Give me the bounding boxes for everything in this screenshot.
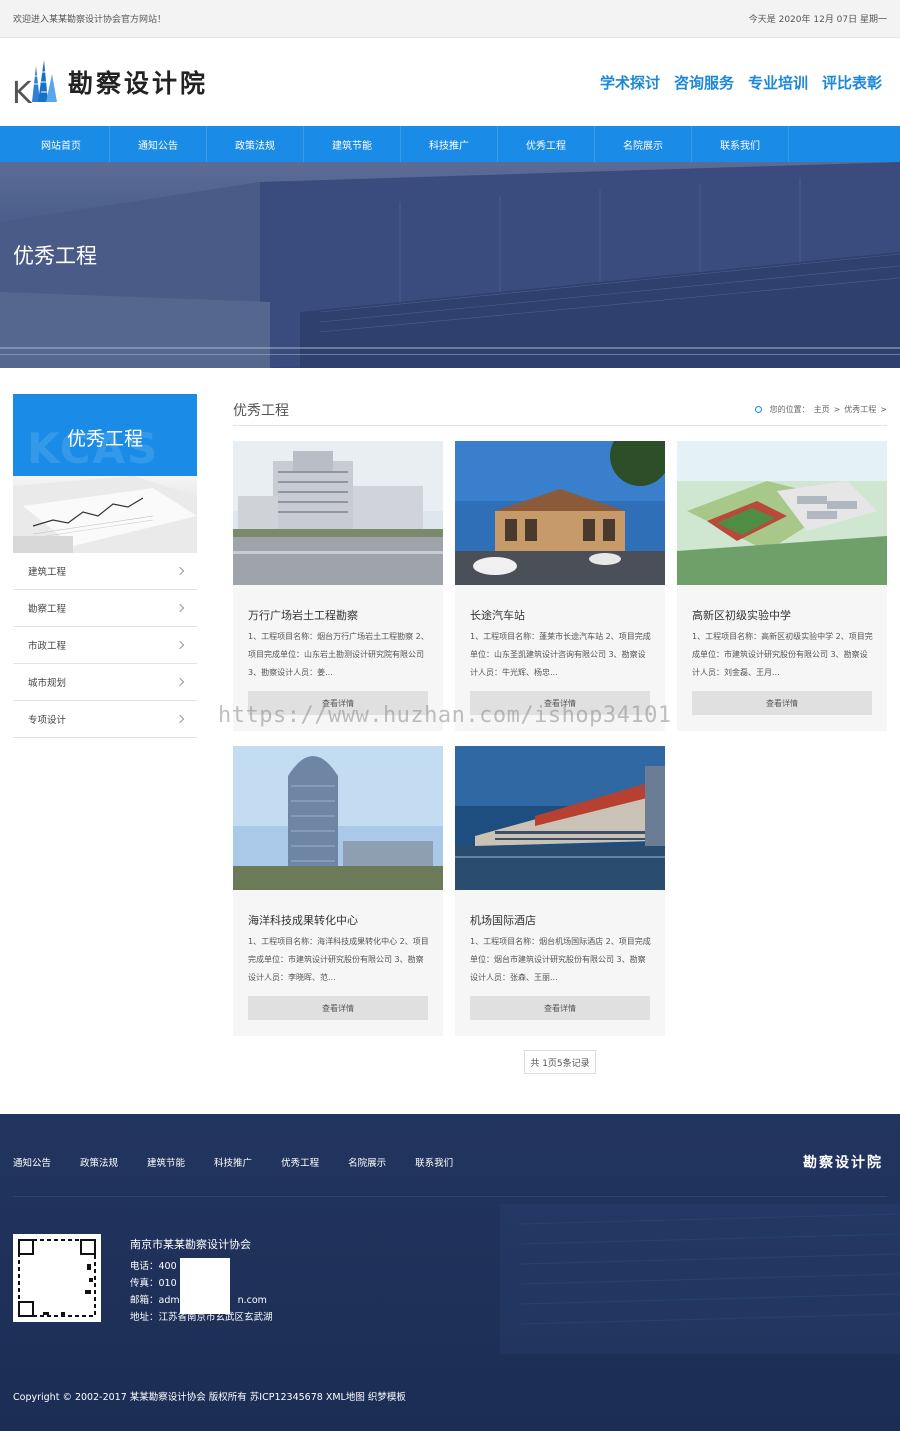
project-name[interactable]: 高新区初级实验中学 <box>692 607 791 623</box>
footer: 通知公告 政策法规 建筑节能 科技推广 优秀工程 名院展示 联系我们 勘察设计院… <box>0 1114 900 1431</box>
copyright-text: Copyright © 2002-2017 某某勘察设计协会 版权所有 苏ICP… <box>13 1392 406 1403</box>
chevron-right-icon <box>175 640 185 650</box>
email-end: n.com <box>237 1295 267 1306</box>
main-nav: 网站首页 通知公告 政策法规 建筑节能 科技推广 优秀工程 名院展示 联系我们 <box>0 126 900 162</box>
footer-nav-contact[interactable]: 联系我们 <box>415 1155 453 1169</box>
project-card[interactable]: 机场国际酒店 1、工程项目名称：烟台机场国际酒店 2、项目完成单位：烟台市建筑设… <box>455 746 665 1036</box>
nav-item-contact[interactable]: 联系我们 <box>692 126 789 162</box>
header-links: 学术探讨 咨询服务 专业培训 评比表彰 <box>600 72 882 93</box>
project-image[interactable] <box>233 441 443 585</box>
project-card[interactable]: 海洋科技成果转化中心 1、工程项目名称：海洋科技成果转化中心 2、项目完成单位：… <box>233 746 443 1036</box>
footer-nav-policies[interactable]: 政策法规 <box>80 1155 118 1169</box>
footer-divider <box>13 1196 887 1197</box>
topbar: 欢迎进入某某勘察设计协会官方网站！ 今天是 2020年 12月 07日 星期一 <box>0 0 900 38</box>
watermark-text: https://www.huzhan.com/ishop34101 <box>218 703 672 728</box>
sidebar-header: KCAS 优秀工程 <box>13 394 197 476</box>
site-logo[interactable]: K 勘察设计院 <box>12 56 209 111</box>
breadcrumb: 您的位置： 主页 > 优秀工程 > <box>754 404 887 415</box>
header-link-awards[interactable]: 评比表彰 <box>822 72 882 93</box>
footer-nav-tech[interactable]: 科技推广 <box>214 1155 252 1169</box>
nav-item-tech[interactable]: 科技推广 <box>401 126 498 162</box>
chevron-right-icon <box>175 603 185 613</box>
sidebar-item-building[interactable]: 建筑工程 <box>13 553 197 590</box>
nav-item-home[interactable]: 网站首页 <box>13 126 110 162</box>
banner-building-image <box>0 162 900 368</box>
sidebar-item-label: 城市规划 <box>28 678 67 689</box>
breadcrumb-separator: > <box>880 405 887 414</box>
breadcrumb-home[interactable]: 主页 <box>814 404 830 415</box>
breadcrumb-current[interactable]: 优秀工程 <box>844 404 876 415</box>
header: K 勘察设计院 学术探讨 咨询服务 专业培训 评比表彰 <box>0 38 900 126</box>
sidebar-item-planning[interactable]: 城市规划 <box>13 664 197 701</box>
breadcrumb-label: 您的位置： <box>769 405 810 414</box>
project-card[interactable]: 长途汽车站 1、工程项目名称：蓬莱市长途汽车站 2、项目完成单位：山东圣凯建筑设… <box>455 441 665 731</box>
header-link-consulting[interactable]: 咨询服务 <box>674 72 734 93</box>
sidebar-item-special[interactable]: 专项设计 <box>13 701 197 738</box>
project-image[interactable] <box>233 746 443 890</box>
banner-title: 优秀工程 <box>13 244 97 268</box>
project-image[interactable] <box>677 441 887 585</box>
sidebar-item-survey[interactable]: 勘察工程 <box>13 590 197 627</box>
project-card[interactable]: 高新区初级实验中学 1、工程项目名称：高新区初级实验中学 2、项目完成单位：市建… <box>677 441 887 731</box>
nav-item-energy[interactable]: 建筑节能 <box>304 126 401 162</box>
project-desc: 1、工程项目名称：海洋科技成果转化中心 2、项目完成单位：市建筑设计研究股份有限… <box>248 937 429 982</box>
footer-nav: 通知公告 政策法规 建筑节能 科技推广 优秀工程 名院展示 联系我们 <box>13 1155 482 1169</box>
main-content: 优秀工程 您的位置： 主页 > 优秀工程 > <box>233 394 887 426</box>
footer-logo: 勘察设计院 <box>803 1155 883 1171</box>
chevron-right-icon <box>175 566 185 576</box>
content-header: 优秀工程 您的位置： 主页 > 优秀工程 > <box>233 394 887 426</box>
sidebar-chart-image <box>13 476 197 553</box>
pagination: 共 1页5条记录 <box>524 1050 596 1074</box>
logo-letter: K <box>12 76 33 108</box>
sidebar-title: 优秀工程 <box>66 428 143 450</box>
date-text: 今天是 2020年 12月 07日 星期一 <box>748 15 887 25</box>
view-details-button[interactable]: 查看详情 <box>692 691 872 715</box>
sidebar-item-label: 勘察工程 <box>28 604 67 615</box>
email-start: 邮箱：adm <box>130 1295 180 1306</box>
chevron-right-icon <box>175 714 185 724</box>
nav-item-institutes[interactable]: 名院展示 <box>595 126 692 162</box>
sidebar-item-label: 市政工程 <box>28 641 67 652</box>
page-title: 优秀工程 <box>233 402 289 419</box>
header-link-academic[interactable]: 学术探讨 <box>600 72 660 93</box>
project-desc: 1、工程项目名称：蓬莱市长途汽车站 2、项目完成单位：山东圣凯建筑设计咨询有限公… <box>470 632 651 677</box>
project-card[interactable]: 万行广场岩土工程勘察 1、工程项目名称：烟台万行广场岩土工程勘察 2、项目完成单… <box>233 441 443 731</box>
project-name[interactable]: 海洋科技成果转化中心 <box>248 912 358 928</box>
header-link-training[interactable]: 专业培训 <box>748 72 808 93</box>
welcome-text: 欢迎进入某某勘察设计协会官方网站！ <box>13 15 167 25</box>
sidebar: KCAS 优秀工程 建筑工程 勘察工程 市政工程 城市规划 专项设计 <box>13 394 197 738</box>
sidebar-item-label: 建筑工程 <box>28 567 67 578</box>
sidebar-item-municipal[interactable]: 市政工程 <box>13 627 197 664</box>
project-desc: 1、工程项目名称：烟台万行广场岩土工程勘察 2、项目完成单位：山东岩土勘测设计研… <box>248 632 429 677</box>
org-name: 南京市某某勘察设计协会 <box>130 1238 251 1251</box>
sidebar-item-label: 专项设计 <box>28 715 67 726</box>
qr-code-icon <box>13 1234 101 1322</box>
site-name: 勘察设计院 <box>68 69 209 98</box>
redaction-block <box>180 1258 230 1314</box>
project-desc: 1、工程项目名称：烟台机场国际酒店 2、项目完成单位：烟台市建筑设计研究股份有限… <box>470 937 651 982</box>
building-logo-icon: K <box>12 56 64 111</box>
nav-item-policies[interactable]: 政策法规 <box>207 126 304 162</box>
nav-item-projects[interactable]: 优秀工程 <box>498 126 595 162</box>
breadcrumb-separator: > <box>833 405 841 414</box>
project-name[interactable]: 长途汽车站 <box>470 607 525 623</box>
location-icon <box>754 406 762 413</box>
footer-nav-projects[interactable]: 优秀工程 <box>281 1155 319 1169</box>
project-name[interactable]: 万行广场岩土工程勘察 <box>248 607 358 623</box>
footer-nav-institutes[interactable]: 名院展示 <box>348 1155 386 1169</box>
project-image[interactable] <box>455 746 665 890</box>
footer-nav-energy[interactable]: 建筑节能 <box>147 1155 185 1169</box>
chevron-right-icon <box>175 677 185 687</box>
view-details-button[interactable]: 查看详情 <box>248 996 428 1020</box>
page-banner: 优秀工程 <box>0 162 900 368</box>
view-details-button[interactable]: 查看详情 <box>470 996 650 1020</box>
project-name[interactable]: 机场国际酒店 <box>470 912 536 928</box>
project-image[interactable] <box>455 441 665 585</box>
footer-nav-notices[interactable]: 通知公告 <box>13 1155 51 1169</box>
project-desc: 1、工程项目名称：高新区初级实验中学 2、项目完成单位：市建筑设计研究股份有限公… <box>692 632 873 677</box>
nav-item-notices[interactable]: 通知公告 <box>110 126 207 162</box>
